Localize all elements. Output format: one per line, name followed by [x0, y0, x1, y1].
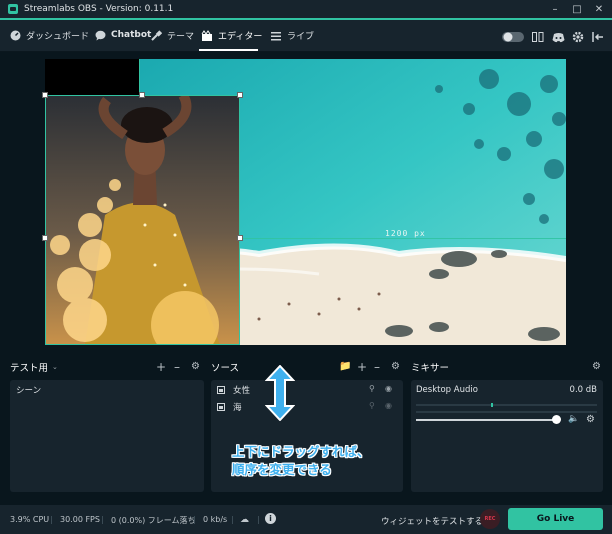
- drag-arrow-icon: [265, 365, 295, 421]
- divider: [51, 516, 52, 524]
- scene-item[interactable]: シーン: [16, 384, 41, 396]
- nav-dashboard[interactable]: ダッシュボード: [9, 29, 89, 42]
- scene-collection-title[interactable]: テスト用: [10, 360, 48, 374]
- resize-handle-top-right[interactable]: [237, 92, 243, 98]
- visibility-eye-icon[interactable]: ◉: [385, 384, 392, 393]
- mixer-box: Desktop Audio 0.0 dB 🔈 ⚙: [411, 380, 603, 492]
- resize-handle-left[interactable]: [42, 235, 48, 241]
- canvas-empty-area: [45, 59, 139, 95]
- selected-source-outline: [45, 95, 240, 345]
- remove-source-button[interactable]: –: [374, 361, 380, 373]
- mixer-panel: ミキサー ⚙ Desktop Audio 0.0 dB 🔈 ⚙: [411, 356, 603, 504]
- scene-settings-gear-icon[interactable]: ⚙: [191, 361, 200, 373]
- image-icon: [217, 403, 225, 411]
- paint-icon: [150, 29, 162, 42]
- fps: 30.00 FPS: [60, 515, 100, 524]
- audio-channel-name: Desktop Audio: [416, 385, 478, 395]
- mixer-settings-gear-icon[interactable]: ⚙: [592, 361, 601, 373]
- annotation-line-1: 上下にドラッグすれば、: [232, 444, 370, 459]
- nav-themes[interactable]: テーマ: [150, 29, 194, 42]
- nav-themes-label: テーマ: [167, 32, 195, 42]
- speaker-icon[interactable]: 🔈: [568, 414, 579, 424]
- source-label: 海: [233, 403, 242, 413]
- divider: [258, 516, 259, 524]
- visibility-eye-icon[interactable]: ◉: [385, 401, 392, 410]
- cloud-icon[interactable]: ☁: [240, 515, 249, 525]
- audio-peak-marker: [491, 403, 493, 407]
- divider: [194, 516, 195, 524]
- streamlabs-logo-icon: [8, 4, 18, 14]
- nav-editor-label: エディター: [218, 32, 263, 42]
- window-title: Streamlabs OBS - Version: 0.11.1: [24, 4, 174, 14]
- lock-icon[interactable]: ⚲: [369, 384, 375, 393]
- add-scene-button[interactable]: +: [156, 361, 166, 373]
- nav-editor[interactable]: エディター: [201, 29, 262, 42]
- distance-guide-line: [240, 238, 566, 239]
- add-source-button[interactable]: +: [357, 361, 367, 373]
- studio-mode-icon[interactable]: [531, 30, 545, 44]
- audio-meter-top: [416, 404, 597, 406]
- audio-meter-bottom: [416, 411, 597, 413]
- image-icon: [217, 386, 225, 394]
- resize-handle-top-left[interactable]: [42, 92, 48, 98]
- dropped-frames: 0 (0.0%) フレーム落ち: [111, 516, 196, 525]
- resize-handle-top[interactable]: [139, 92, 145, 98]
- record-button[interactable]: REC: [480, 509, 500, 529]
- minimize-icon[interactable]: –: [544, 0, 566, 18]
- add-folder-icon[interactable]: 📁: [339, 361, 351, 373]
- source-label: 女性: [233, 386, 251, 396]
- divider: [232, 516, 233, 524]
- resize-handle-right[interactable]: [237, 235, 243, 241]
- chevron-down-icon[interactable]: ⌄: [52, 363, 58, 371]
- nav-dashboard-label: ダッシュボード: [26, 32, 90, 42]
- sources-panel: ソース 📁 + – ⚙ 女性 ⚲ ◉ 海 ⚲ ◉: [211, 356, 403, 504]
- maximize-icon[interactable]: □: [566, 0, 588, 18]
- top-nav: ダッシュボード Chatbot テーマ エディター ライブ: [0, 20, 612, 52]
- vertical-guide-line: [139, 59, 140, 95]
- scenes-panel: テスト用 ⌄ + – ⚙ シーン: [10, 356, 204, 504]
- audio-level-db: 0.0 dB: [569, 385, 597, 395]
- annotation-line-2: 順序を変更できる: [232, 462, 332, 477]
- mixer-header: ミキサー: [411, 356, 603, 378]
- volume-slider-track[interactable]: [416, 419, 556, 421]
- discord-icon[interactable]: [551, 30, 565, 44]
- nav-chatbot-label: Chatbot: [111, 30, 152, 40]
- live-icon: [270, 30, 282, 42]
- cpu-usage: 3.9% CPU: [10, 515, 50, 524]
- volume-slider-thumb[interactable]: [552, 415, 561, 424]
- editor-icon: [201, 29, 213, 42]
- dashboard-icon: [9, 30, 21, 42]
- distance-label: 1200 px: [385, 229, 426, 238]
- annotation-text: 上下にドラッグすれば、 順序を変更できる: [232, 443, 370, 479]
- title-bar: Streamlabs OBS - Version: 0.11.1 – □ ✕: [0, 0, 612, 18]
- theme-toggle-icon[interactable]: [502, 30, 524, 44]
- bandwidth: 0 kb/s: [203, 515, 228, 524]
- remove-scene-button[interactable]: –: [174, 361, 180, 373]
- sources-title: ソース: [211, 363, 240, 374]
- logout-icon[interactable]: [591, 30, 605, 44]
- chat-bubble-icon: [94, 29, 106, 41]
- divider: [102, 516, 103, 524]
- nav-chatbot[interactable]: Chatbot: [94, 29, 151, 41]
- source-row-woman[interactable]: 女性: [217, 384, 250, 396]
- close-icon[interactable]: ✕: [588, 0, 610, 18]
- nav-live[interactable]: ライブ: [270, 29, 314, 42]
- go-live-button[interactable]: Go Live: [508, 508, 603, 530]
- settings-icon[interactable]: [571, 30, 585, 44]
- info-icon[interactable]: i: [265, 513, 276, 524]
- audio-settings-gear-icon[interactable]: ⚙: [586, 414, 595, 425]
- scenes-list: シーン: [10, 380, 204, 492]
- test-widgets-link[interactable]: ウィジェットをテストする: [381, 515, 483, 527]
- nav-live-label: ライブ: [287, 32, 315, 42]
- mixer-title: ミキサー: [411, 363, 450, 374]
- lock-icon[interactable]: ⚲: [369, 401, 375, 410]
- source-row-sea[interactable]: 海: [217, 401, 242, 413]
- active-tab-indicator: [199, 49, 258, 51]
- source-settings-gear-icon[interactable]: ⚙: [391, 361, 400, 373]
